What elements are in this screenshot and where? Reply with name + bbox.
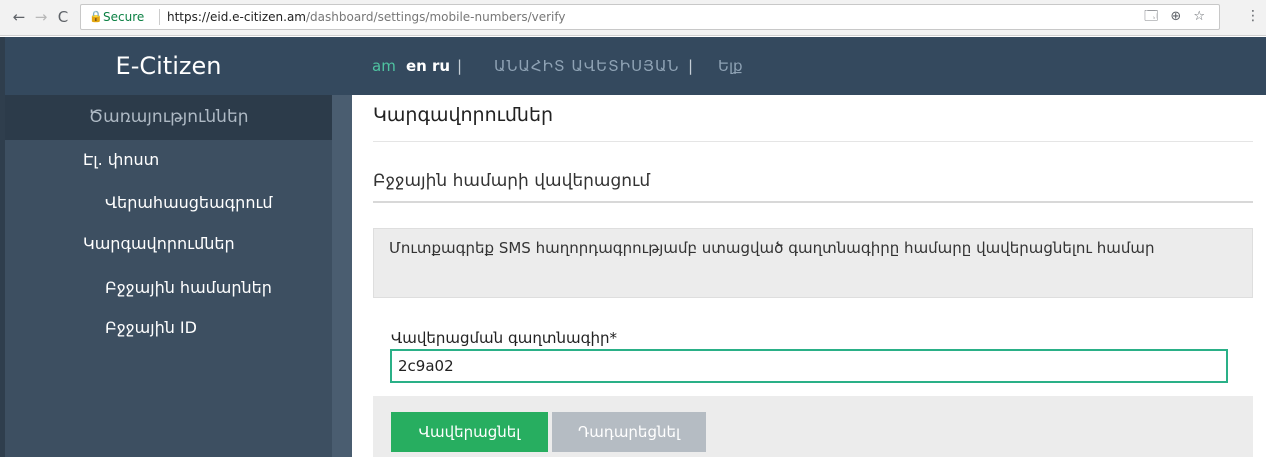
sidebar-item-mobile-id[interactable]: Բջջային ID xyxy=(105,318,197,337)
lang-ru-link[interactable]: ru xyxy=(432,37,450,95)
lang-am-link[interactable]: am xyxy=(372,37,396,95)
url-path: /dashboard/settings/mobile-numbers/verif… xyxy=(306,10,566,24)
top-bar: am en ru | ԱՆԱՀԻՏ ԱՎԵՏԻՍՅԱՆ | Ելք xyxy=(332,37,1266,95)
address-divider xyxy=(159,9,160,25)
address-bar[interactable]: 🔒 Secure https://eid.e-citizen.am/dashbo… xyxy=(80,4,1220,30)
browser-menu-icon[interactable]: ⋮ xyxy=(1246,8,1260,24)
translate-zoom-bookmark-icon[interactable]: 🗔 ⊕ ☆ xyxy=(1144,5,1209,29)
title-divider xyxy=(373,141,1253,142)
section-title: Բջջային համարի վավերացում xyxy=(373,171,651,191)
sidebar-menu xyxy=(5,140,332,457)
url-text[interactable]: https://eid.e-citizen.am/dashboard/setti… xyxy=(167,5,566,29)
logout-link[interactable]: Ելք xyxy=(718,37,743,95)
section-divider xyxy=(373,201,1253,203)
cancel-button[interactable]: Դադարեցնել xyxy=(552,412,706,452)
sidebar-item-settings[interactable]: Կարգավորումներ xyxy=(83,234,235,253)
sidebar-item-mobile-numbers[interactable]: Բջջային համարներ xyxy=(105,278,272,297)
info-message: Մուտքագրեք SMS հաղորդագրությամբ ստացված … xyxy=(373,228,1253,298)
verification-code-label: Վավերացման գաղտնագիր* xyxy=(391,329,618,347)
lock-icon: 🔒 xyxy=(89,10,103,23)
brand-logo[interactable]: E-Citizen xyxy=(5,37,332,95)
sidebar-services-header[interactable]: Ծառայություններ xyxy=(5,95,332,140)
page-title: Կարգավորումներ xyxy=(373,104,554,126)
secure-label: Secure xyxy=(103,10,145,24)
forward-icon[interactable]: → xyxy=(32,8,50,26)
topbar-divider: | xyxy=(688,57,694,75)
verification-code-input[interactable] xyxy=(390,349,1228,383)
verify-button[interactable]: Վավերացնել xyxy=(391,412,548,452)
sidebar-rail xyxy=(332,95,352,457)
back-icon[interactable]: ← xyxy=(10,8,28,26)
sidebar-item-redirect[interactable]: Վերահասցեագրում xyxy=(105,193,273,212)
lang-en-link[interactable]: en xyxy=(406,37,427,95)
url-host: https://eid.e-citizen.am xyxy=(167,10,306,24)
reload-icon[interactable]: C xyxy=(54,8,72,26)
sidebar-item-email[interactable]: Էլ. փոստ xyxy=(83,150,159,169)
topbar-divider: | xyxy=(457,57,463,75)
browser-toolbar: ← → C 🔒 Secure https://eid.e-citizen.am/… xyxy=(0,0,1266,36)
user-name-link[interactable]: ԱՆԱՀԻՏ ԱՎԵՏԻՍՅԱՆ xyxy=(494,37,679,95)
